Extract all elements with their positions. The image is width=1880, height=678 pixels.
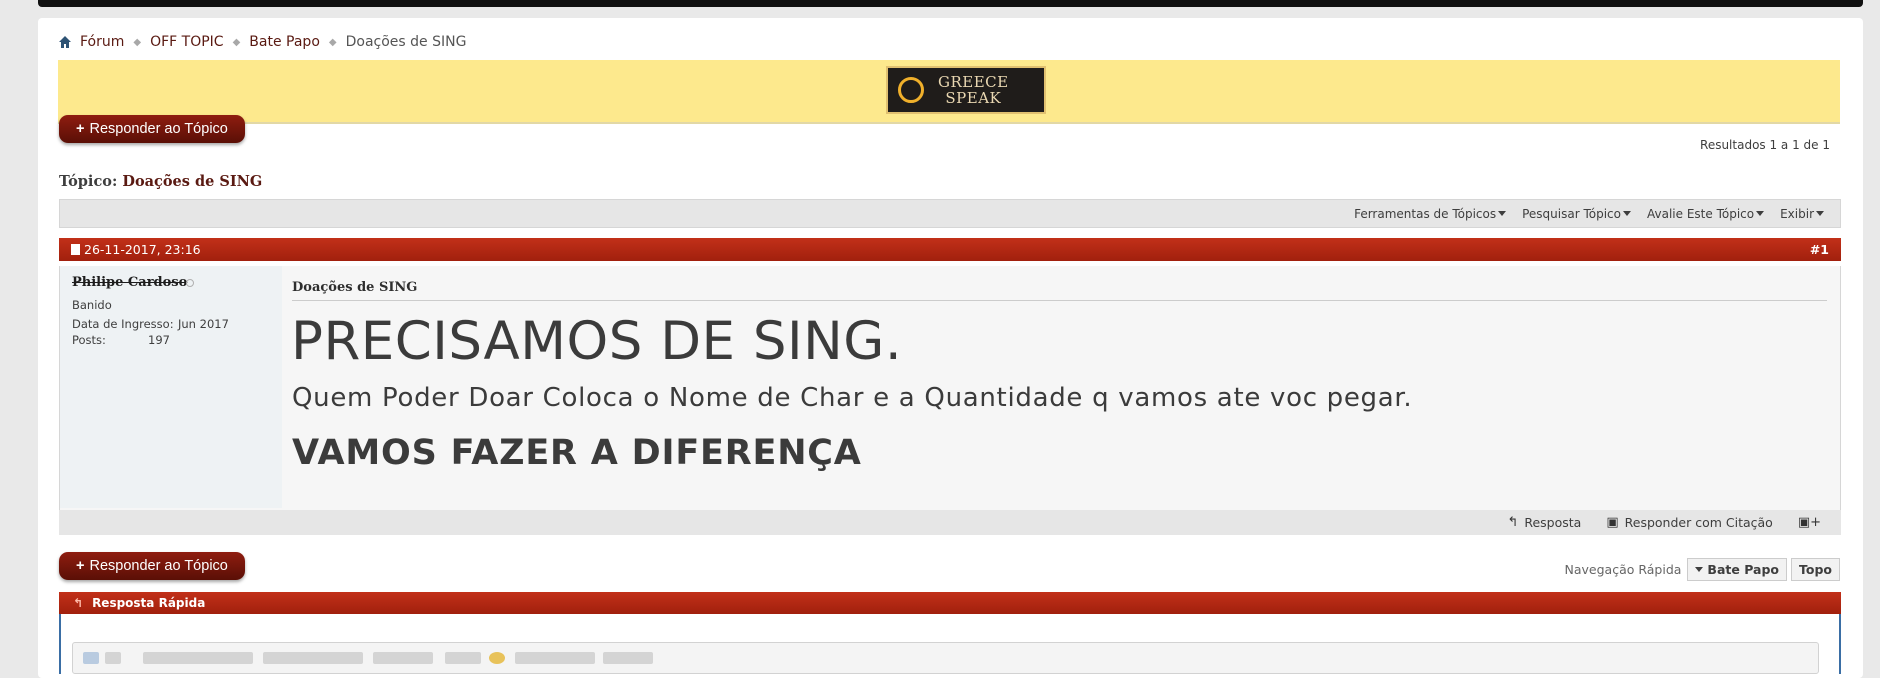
username-link[interactable]: Philipe Cardoso — [72, 275, 187, 290]
back-to-top-button[interactable]: Topo — [1791, 558, 1840, 581]
chevron-down-icon — [1816, 211, 1824, 216]
top-bar — [38, 0, 1863, 7]
search-thread-label: Pesquisar Tópico — [1522, 206, 1621, 221]
remove-format-icon[interactable] — [445, 652, 481, 664]
breadcrumb-separator-icon: ◆ — [232, 36, 241, 48]
link-image-icons[interactable] — [515, 652, 595, 664]
post-count-label: Posts: — [72, 333, 106, 347]
post-count: Posts: 197 — [72, 333, 170, 347]
reply-topic-label: Responder ao Tópico — [89, 558, 228, 574]
search-thread-menu[interactable]: Pesquisar Tópico — [1522, 207, 1631, 221]
font-color-select[interactable] — [373, 652, 433, 664]
font-family-select[interactable] — [143, 652, 253, 664]
plus-icon: + — [76, 121, 85, 137]
reply-topic-button-top[interactable]: + Responder ao Tópico — [59, 115, 245, 143]
post-actions-bar: ↰ Resposta ▣ Responder com Citação ▣+ — [59, 510, 1841, 535]
font-size-select[interactable] — [263, 652, 363, 664]
thread-tools-bar: Ferramentas de Tópicos Pesquisar Tópico … — [59, 199, 1841, 228]
rate-thread-label: Avalie Este Tópico — [1647, 206, 1755, 221]
header-banner: GREECE SPEAK — [58, 60, 1840, 124]
reply-topic-button-bottom[interactable]: + Responder ao Tópico — [59, 552, 245, 580]
join-date-value: Jun 2017 — [178, 317, 229, 331]
quote-bubble-icon: ▣ — [1606, 515, 1619, 530]
breadcrumb: Fórum ◆ OFF TOPIC ◆ Bate Papo ◆ Doações … — [58, 32, 466, 52]
post-header: 26-11-2017, 23:16 #1 — [59, 238, 1841, 261]
thread-title: Tópico: Doações de SING — [59, 173, 262, 190]
breadcrumb-separator-icon: ◆ — [328, 36, 337, 48]
chevron-down-icon — [1498, 211, 1507, 216]
logo-text: GREECE SPEAK — [938, 74, 1009, 106]
chevron-down-icon — [1695, 567, 1704, 572]
breadcrumb-forum[interactable]: Fórum — [80, 34, 124, 50]
logo-line-2: SPEAK — [945, 89, 1002, 107]
post-text-large: PRECISAMOS DE SING. — [291, 311, 903, 372]
reply-topic-label: Responder ao Tópico — [89, 121, 228, 137]
thread-title-label: Tópico: — [59, 173, 118, 190]
site-logo[interactable]: GREECE SPEAK — [886, 66, 1046, 114]
chevron-down-icon — [1623, 211, 1631, 216]
thread-title-value: Doações de SING — [122, 173, 263, 190]
document-icon — [71, 244, 80, 255]
quick-nav-label: Navegação Rápida — [1564, 562, 1682, 577]
rate-thread-menu[interactable]: Avalie Este Tópico — [1647, 206, 1765, 221]
quick-nav-forum-label: Bate Papo — [1707, 562, 1779, 577]
reply-post-button[interactable]: ↰ Resposta — [1507, 515, 1581, 530]
post-date: 26-11-2017, 23:16 — [84, 242, 201, 257]
display-mode-label: Exibir — [1780, 206, 1814, 221]
post-text-medium: Quem Poder Doar Coloca o Nome de Char e … — [292, 383, 1413, 413]
quick-reply-body — [59, 614, 1841, 674]
reply-arrow-icon: ↰ — [1507, 515, 1519, 530]
editor-toolbar — [72, 642, 1819, 674]
join-date-label: Data de Ingresso: — [72, 317, 174, 331]
thread-tools-label: Ferramentas de Tópicos — [1354, 206, 1497, 221]
editor-format-icon[interactable] — [105, 652, 121, 664]
chevron-down-icon — [1756, 211, 1765, 216]
post-text-bold: VAMOS FAZER A DIFERENÇA — [292, 433, 862, 473]
display-mode-menu[interactable]: Exibir — [1780, 207, 1824, 221]
post-title-divider — [292, 300, 1827, 301]
join-date: Data de Ingresso: Jun 2017 — [72, 317, 229, 331]
reply-post-label: Resposta — [1524, 515, 1582, 530]
post-count-value: 197 — [148, 333, 170, 347]
media-icons[interactable] — [603, 652, 653, 664]
user-title: Banido — [72, 298, 112, 312]
helmet-emblem-icon — [898, 77, 924, 103]
offline-status-icon — [186, 279, 194, 287]
multi-quote-plus-icon: ▣+ — [1797, 515, 1821, 530]
breadcrumb-bate-papo[interactable]: Bate Papo — [249, 34, 320, 50]
quick-navigation: Navegação Rápida Bate Papo Topo — [1564, 558, 1840, 581]
thread-tools-menu[interactable]: Ferramentas de Tópicos — [1354, 206, 1507, 221]
logo-line-1: GREECE — [938, 73, 1009, 91]
quick-reply-title: Resposta Rápida — [92, 596, 206, 610]
breadcrumb-separator-icon: ◆ — [133, 36, 142, 48]
breadcrumb-off-topic[interactable]: OFF TOPIC — [150, 34, 224, 50]
editor-mode-icon[interactable] — [83, 652, 99, 664]
user-info-panel: Philipe Cardoso Banido Data de Ingresso:… — [60, 266, 282, 508]
post-number-link[interactable]: #1 — [1810, 242, 1829, 257]
smiley-icon[interactable] — [489, 652, 505, 664]
post-body: Philipe Cardoso Banido Data de Ingresso:… — [59, 266, 1841, 510]
quick-nav-forum-button[interactable]: Bate Papo — [1687, 558, 1787, 581]
post-title: Doações de SING — [292, 280, 418, 295]
results-count: Resultados 1 a 1 de 1 — [1700, 138, 1830, 152]
breadcrumb-current: Doações de SING — [345, 34, 467, 50]
home-icon[interactable] — [58, 35, 72, 49]
quote-reply-button[interactable]: ▣ Responder com Citação — [1606, 515, 1772, 530]
reply-arrow-icon: ↰ — [73, 596, 84, 610]
quote-reply-label: Responder com Citação — [1624, 515, 1773, 530]
multi-quote-button[interactable]: ▣+ — [1798, 515, 1827, 530]
quick-reply-header: ↰ Resposta Rápida — [59, 592, 1841, 614]
plus-icon: + — [76, 558, 85, 574]
back-to-top-label: Topo — [1799, 562, 1832, 577]
